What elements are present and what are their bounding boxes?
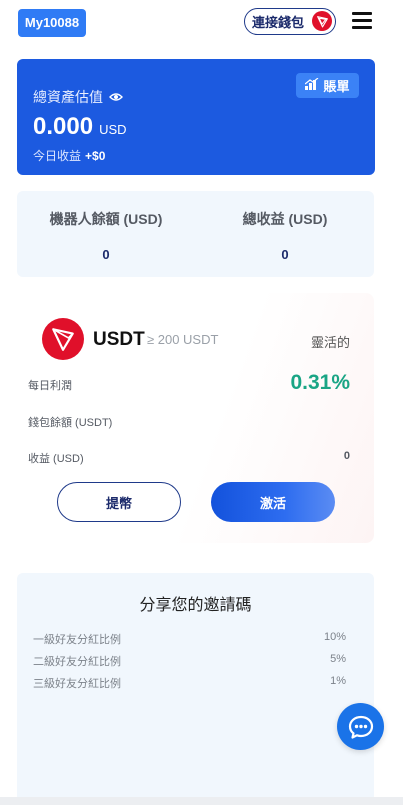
invite-row-label: 一級好友分紅比例 bbox=[33, 634, 121, 646]
withdraw-button[interactable]: 提幣 bbox=[57, 482, 181, 522]
daily-profit-rate: 0.31% bbox=[290, 371, 350, 394]
invite-card: 分享您的邀請碼 一級好友分紅比例 10% 二級好友分紅比例 5% 三級好友分紅比… bbox=[17, 573, 374, 805]
invite-row-value: 10% bbox=[323, 631, 346, 643]
tron-icon bbox=[312, 11, 332, 31]
coin-minimum: ≥ 200 USDT bbox=[147, 332, 219, 347]
today-income-value: +$0 bbox=[85, 149, 106, 163]
robot-balance-label: 機器人餘額 (USD) bbox=[49, 211, 163, 227]
total-asset-card: 賬單 總資產估值 0.000 USD 今日收益 +$0 bbox=[17, 59, 375, 175]
invite-title: 分享您的邀請碼 bbox=[139, 597, 252, 614]
tron-logo-icon bbox=[42, 318, 84, 360]
flexible-tag: 靈活的 bbox=[310, 335, 350, 350]
eye-icon[interactable] bbox=[109, 89, 123, 105]
invite-row-level-3: 三級好友分紅比例 1% bbox=[33, 675, 346, 691]
invite-row-label: 三級好友分紅比例 bbox=[33, 678, 121, 690]
usdt-product-card: USDT ≥ 200 USDT 靈活的 每日利潤 0.31% 錢包餘額 (USD… bbox=[17, 293, 374, 543]
connect-wallet-label: 連接錢包 bbox=[252, 15, 305, 30]
today-income-label: 今日收益 bbox=[33, 149, 82, 163]
asset-amount: 0.000 bbox=[33, 113, 94, 140]
robot-balance-value: 0 bbox=[102, 247, 110, 262]
robot-balance-stat: 機器人餘額 (USD) 0 bbox=[17, 209, 195, 262]
hamburger-menu-icon[interactable] bbox=[352, 12, 372, 29]
income-value: 0 bbox=[343, 450, 350, 462]
today-income: 今日收益 +$0 bbox=[33, 147, 105, 164]
invite-row-value: 1% bbox=[330, 675, 346, 687]
activate-button[interactable]: 激活 bbox=[211, 482, 335, 522]
bill-label: 賬單 bbox=[323, 79, 350, 94]
asset-title-text: 總資產估值 bbox=[33, 89, 103, 105]
bottom-strip bbox=[0, 797, 403, 805]
invite-row-level-2: 二級好友分紅比例 5% bbox=[33, 653, 346, 669]
asset-title: 總資產估值 bbox=[33, 87, 123, 107]
brand-logo[interactable]: My10088 bbox=[18, 9, 86, 37]
total-income-value: 0 bbox=[281, 247, 289, 262]
connect-wallet-button[interactable]: 連接錢包 bbox=[244, 8, 336, 35]
chat-bubble-icon[interactable] bbox=[337, 703, 384, 750]
invite-row-level-1: 一級好友分紅比例 10% bbox=[33, 631, 346, 647]
bill-button[interactable]: 賬單 bbox=[296, 73, 359, 98]
total-income-label: 總收益 (USD) bbox=[242, 211, 328, 227]
invite-row-label: 二級好友分紅比例 bbox=[33, 656, 121, 668]
asset-value: 0.000 USD bbox=[33, 113, 127, 141]
chart-bars-icon bbox=[305, 77, 319, 93]
coin-name: USDT bbox=[93, 329, 145, 350]
app-page: My10088 連接錢包 賬單 總資產估值 0.000 USD 今日收益 +$0… bbox=[0, 0, 403, 805]
invite-row-value: 5% bbox=[330, 653, 346, 665]
wallet-balance-label: 錢包餘額 (USDT) bbox=[28, 417, 113, 429]
daily-profit-label: 每日利潤 bbox=[28, 380, 72, 392]
asset-unit: USD bbox=[99, 122, 127, 137]
total-income-stat: 總收益 (USD) 0 bbox=[196, 209, 374, 262]
robot-stats-card: 機器人餘額 (USD) 0 總收益 (USD) 0 bbox=[17, 191, 374, 277]
income-label: 收益 (USD) bbox=[28, 453, 84, 465]
top-header: My10088 連接錢包 bbox=[0, 0, 403, 44]
